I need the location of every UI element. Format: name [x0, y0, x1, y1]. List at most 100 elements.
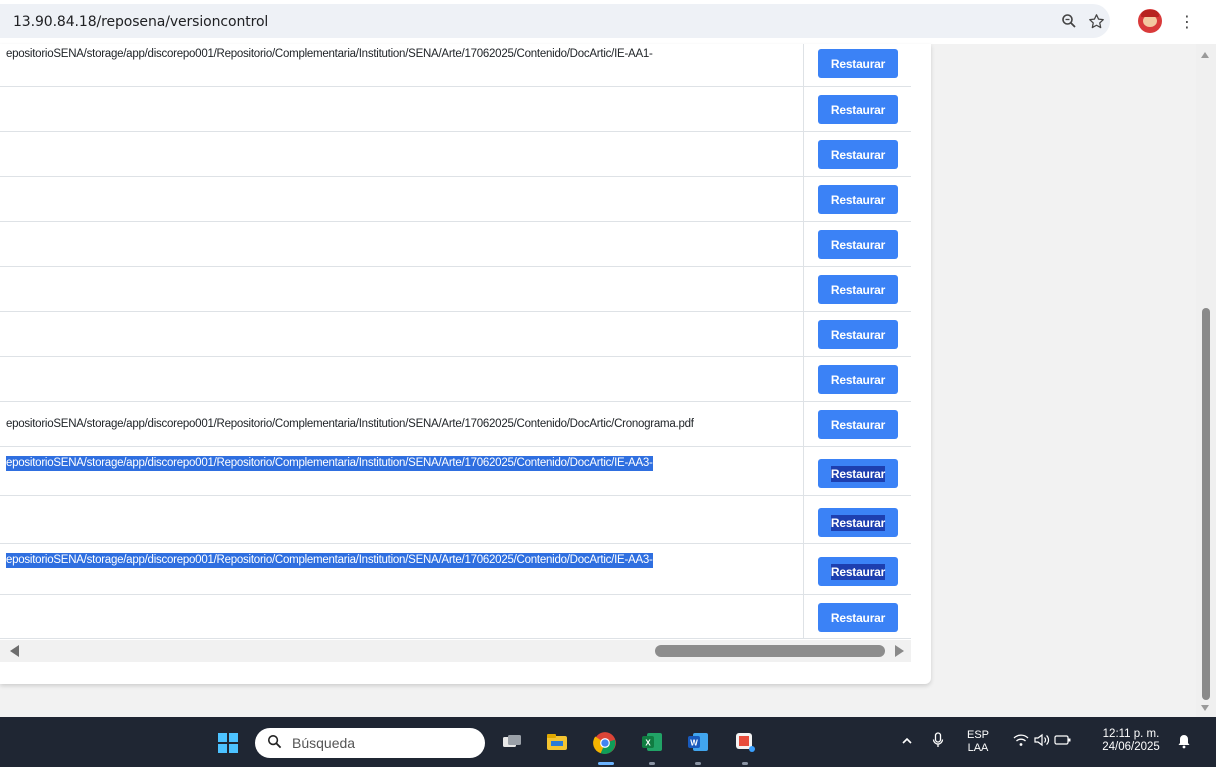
- table-row: Restaurar: [0, 267, 911, 312]
- path-cell: [0, 496, 804, 543]
- vertical-scroll-thumb[interactable]: [1202, 308, 1210, 700]
- restore-button[interactable]: Restaurar: [818, 459, 898, 488]
- vertical-scrollbar[interactable]: [1196, 44, 1216, 717]
- address-bar[interactable]: 13.90.84.18/reposena/versioncontrol: [0, 4, 1110, 38]
- restore-button-label: Restaurar: [830, 327, 886, 342]
- word-icon[interactable]: W: [686, 730, 710, 754]
- svg-text:X: X: [645, 739, 651, 748]
- search-icon: [267, 734, 282, 753]
- word-running-indicator: [695, 762, 701, 765]
- path-cell: [0, 222, 804, 266]
- task-view-icon[interactable]: [500, 730, 524, 754]
- menu-icon[interactable]: ⋮: [1176, 10, 1198, 32]
- table-row: Restaurar: [0, 222, 911, 267]
- path-cell: [0, 177, 804, 221]
- path-cell: epositorioSENA/storage/app/discorepo001/…: [0, 44, 804, 86]
- path-cell: epositorioSENA/storage/app/discorepo001/…: [0, 447, 804, 495]
- restore-button[interactable]: Restaurar: [818, 603, 898, 632]
- table-row: Restaurar: [0, 177, 911, 222]
- restore-button[interactable]: Restaurar: [818, 140, 898, 169]
- restore-button-label: Restaurar: [830, 237, 886, 252]
- scroll-left-arrow-icon[interactable]: [10, 645, 19, 657]
- table-row: Restaurar: [0, 87, 911, 132]
- zoom-icon[interactable]: [1058, 10, 1080, 32]
- restore-button[interactable]: Restaurar: [818, 275, 898, 304]
- restore-button[interactable]: Restaurar: [818, 508, 898, 537]
- restore-button-label: Restaurar: [830, 147, 886, 162]
- scroll-down-arrow-icon[interactable]: [1201, 705, 1209, 711]
- star-icon[interactable]: [1085, 10, 1107, 32]
- wifi-icon[interactable]: [1013, 733, 1029, 750]
- restore-button-label: Restaurar: [830, 417, 886, 432]
- scroll-right-arrow-icon[interactable]: [895, 645, 904, 657]
- chevron-up-icon[interactable]: [901, 735, 913, 750]
- page-content: epositorioSENA/storage/app/discorepo001/…: [0, 44, 1196, 717]
- clock-time: 12:11 p. m.: [1102, 728, 1160, 740]
- scroll-up-arrow-icon[interactable]: [1201, 52, 1209, 58]
- path-cell: epositorioSENA/storage/app/discorepo001/…: [0, 402, 804, 446]
- path-cell: epositorioSENA/storage/app/discorepo001/…: [0, 544, 804, 594]
- file-path: epositorioSENA/storage/app/discorepo001/…: [6, 418, 694, 430]
- taskbar: Búsqueda X W ESP LAA 12:11 p. m. 24/06/2…: [0, 717, 1216, 767]
- restore-button-label: Restaurar: [830, 610, 886, 625]
- windows-start-icon[interactable]: [218, 733, 238, 753]
- restore-button[interactable]: Restaurar: [818, 320, 898, 349]
- table-row: epositorioSENA/storage/app/discorepo001/…: [0, 544, 911, 595]
- restore-button-label: Restaurar: [830, 465, 886, 482]
- table-row: epositorioSENA/storage/app/discorepo001/…: [0, 44, 911, 87]
- chrome-active-indicator: [598, 762, 614, 765]
- search-placeholder: Búsqueda: [292, 735, 356, 751]
- path-cell: [0, 357, 804, 401]
- version-table: epositorioSENA/storage/app/discorepo001/…: [0, 44, 911, 639]
- battery-icon[interactable]: [1054, 734, 1072, 749]
- path-cell: [0, 595, 804, 638]
- restore-button[interactable]: Restaurar: [818, 557, 898, 586]
- table-row: Restaurar: [0, 132, 911, 177]
- clock[interactable]: 12:11 p. m. 24/06/2025: [1095, 728, 1167, 754]
- table-row: epositorioSENA/storage/app/discorepo001/…: [0, 402, 911, 447]
- language-indicator[interactable]: ESP LAA: [965, 729, 991, 755]
- svg-text:W: W: [690, 739, 698, 748]
- profile-avatar[interactable]: [1138, 9, 1162, 33]
- version-table-card: epositorioSENA/storage/app/discorepo001/…: [0, 44, 931, 684]
- table-row: Restaurar: [0, 496, 911, 544]
- restore-button[interactable]: Restaurar: [818, 365, 898, 394]
- file-explorer-icon[interactable]: [545, 730, 569, 754]
- restore-button-label: Restaurar: [830, 514, 886, 531]
- table-row: epositorioSENA/storage/app/discorepo001/…: [0, 447, 911, 496]
- horizontal-scroll-thumb[interactable]: [655, 645, 885, 657]
- url-text[interactable]: 13.90.84.18/reposena/versioncontrol: [13, 14, 268, 30]
- keyboard-layout: LAA: [967, 742, 989, 754]
- chrome-icon[interactable]: [592, 730, 616, 754]
- restore-button[interactable]: Restaurar: [818, 185, 898, 214]
- excel-icon[interactable]: X: [640, 730, 664, 754]
- language-code: ESP: [966, 729, 989, 741]
- browser-toolbar: 13.90.84.18/reposena/versioncontrol ⋮: [0, 0, 1216, 44]
- table-row: Restaurar: [0, 595, 911, 639]
- horizontal-scrollbar[interactable]: [0, 640, 911, 662]
- restore-button-label: Restaurar: [830, 102, 886, 117]
- file-path: epositorioSENA/storage/app/discorepo001/…: [6, 553, 653, 568]
- restore-button[interactable]: Restaurar: [818, 49, 898, 78]
- path-cell: [0, 87, 804, 131]
- clock-date: 24/06/2025: [1102, 741, 1160, 753]
- restore-button-label: Restaurar: [830, 56, 886, 71]
- path-cell: [0, 312, 804, 356]
- restore-button-label: Restaurar: [830, 282, 886, 297]
- restore-button[interactable]: Restaurar: [818, 230, 898, 259]
- microphone-icon[interactable]: [932, 732, 944, 751]
- volume-icon[interactable]: [1034, 733, 1050, 750]
- restore-button-label: Restaurar: [830, 563, 886, 580]
- table-row: Restaurar: [0, 357, 911, 402]
- path-cell: [0, 267, 804, 311]
- table-row: Restaurar: [0, 312, 911, 357]
- taskbar-search[interactable]: Búsqueda: [255, 728, 485, 758]
- snipping-tool-icon[interactable]: [733, 730, 757, 754]
- file-path: epositorioSENA/storage/app/discorepo001/…: [6, 456, 653, 471]
- restore-button[interactable]: Restaurar: [818, 95, 898, 124]
- excel-running-indicator: [649, 762, 655, 765]
- path-cell: [0, 132, 804, 176]
- notification-bell-icon[interactable]: [1176, 733, 1192, 752]
- restore-button[interactable]: Restaurar: [818, 410, 898, 439]
- snipping-running-indicator: [742, 762, 748, 765]
